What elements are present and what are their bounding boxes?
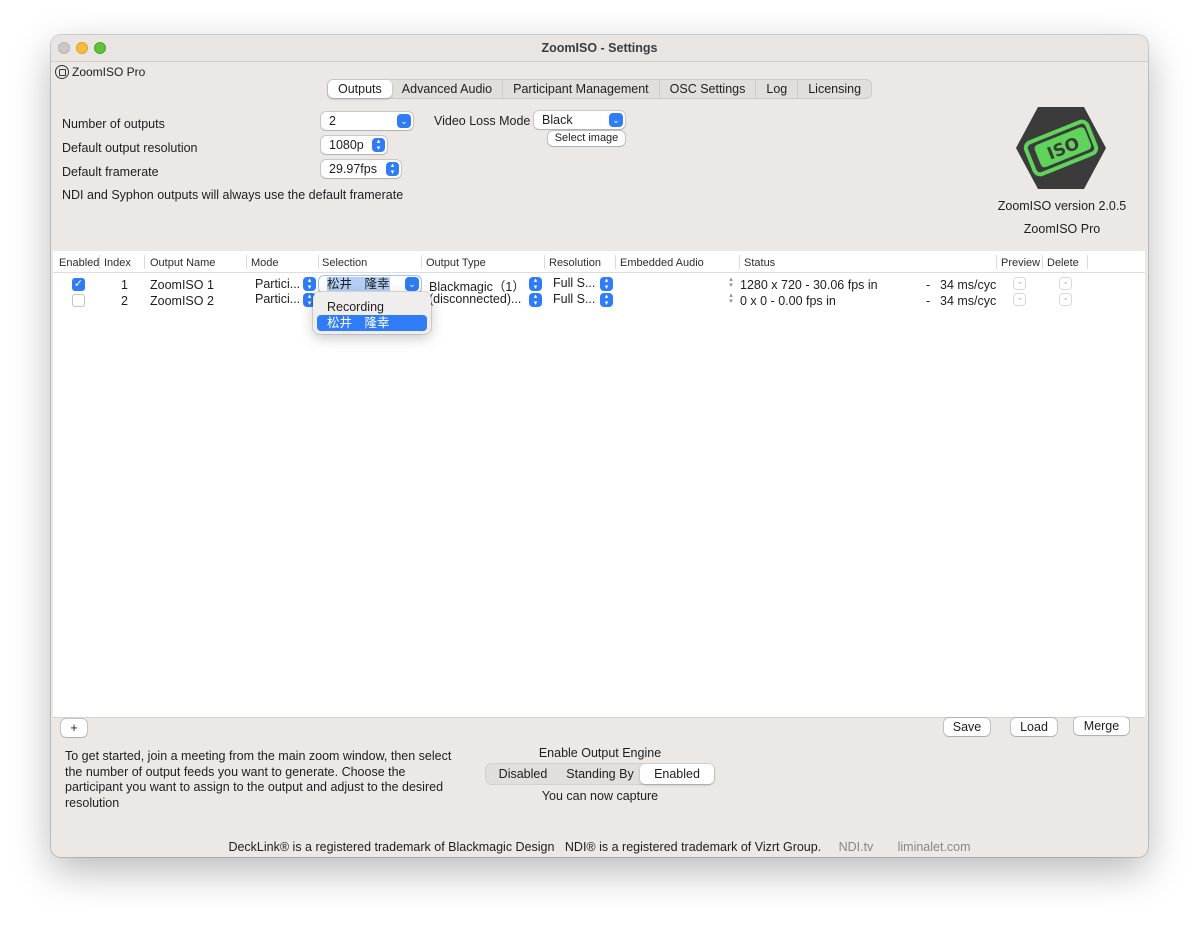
zoomiso-logo-icon: ISO [1016,107,1106,189]
tab-participant-management[interactable]: Participant Management [503,80,660,98]
save-button[interactable]: Save [944,718,990,736]
tab-outputs[interactable]: Outputs [328,80,392,98]
header-resolution[interactable]: Resolution [545,256,601,270]
row-index: 1 [121,278,128,292]
dropdown-item-recording[interactable]: Recording [317,299,427,315]
merge-button[interactable]: Merge [1074,717,1129,735]
row-output-name[interactable]: ZoomISO 1 [150,278,214,292]
table-toolbar: + Save Load Merge [53,717,1145,741]
engine-option-standing-by[interactable]: Standing By [560,764,640,784]
title-bar: ZoomISO - Settings [51,35,1148,62]
app-menu-icon [55,65,69,79]
audio-stepper-icon[interactable]: ▴ ▾ [727,276,735,289]
site-link[interactable]: liminalet.com [898,840,971,854]
tab-advanced-audio[interactable]: Advanced Audio [392,80,504,98]
load-button[interactable]: Load [1011,718,1057,736]
num-outputs-value: 2 [329,114,336,128]
audio-stepper-icon[interactable]: ▴ ▾ [727,292,735,305]
ndi-link[interactable]: NDI.tv [839,840,874,854]
table-header: Enabled Index Output Name Mode Selection… [53,251,1145,273]
row-status: 0 x 0 - 0.00 fps in [740,294,836,308]
version-text: ZoomISO version 2.0.5 [997,199,1127,213]
tab-licensing[interactable]: Licensing [798,80,871,98]
row-output-name[interactable]: ZoomISO 2 [150,294,214,308]
output-type-stepper-icon[interactable]: ▴ ▾ [529,277,542,291]
header-status[interactable]: Status [740,256,775,270]
header-mode[interactable]: Mode [247,256,279,270]
window-title: ZoomISO - Settings [541,41,658,55]
footer: DeckLink® is a registered trademark of B… [51,840,1148,854]
resolution-stepper-icon[interactable]: ▴ ▾ [600,277,613,291]
row-mode[interactable]: Partici... [255,277,300,291]
header-preview[interactable]: Preview [997,256,1040,270]
up-down-arrows-icon: ▴ ▾ [386,162,399,176]
engine-status: You can now capture [541,789,659,803]
resolution-label: Default output resolution [62,141,198,155]
video-loss-value: Black [542,113,573,127]
row-cycle: 34 ms/cyc [940,278,997,292]
app-menu[interactable]: ZoomISO Pro [55,63,145,81]
header-output-type[interactable]: Output Type [422,256,486,270]
delete-button[interactable]: ◦ [1060,294,1071,305]
enabled-checkbox[interactable] [72,294,85,307]
add-output-button[interactable]: + [61,719,87,737]
framerate-label: Default framerate [62,165,159,179]
row-cycle: 34 ms/cyc [940,294,997,308]
engine-title: Enable Output Engine [538,746,662,760]
resolution-stepper-icon[interactable]: ▴ ▾ [600,293,613,307]
delete-button[interactable]: ◦ [1060,278,1071,289]
row-mode[interactable]: Partici... [255,292,300,306]
edition-text: ZoomISO Pro [1023,222,1101,236]
video-loss-select[interactable]: Black ⌄ [534,111,625,129]
row-status-dash: - [926,278,931,292]
engine-option-enabled[interactable]: Enabled [640,764,714,784]
mode-stepper-icon[interactable]: ▴ ▾ [303,277,316,291]
ndi-trademark: NDI® is a registered trademark of Vizrt … [564,840,822,854]
row-selection: 松井 隆幸 [327,277,390,291]
header-index[interactable]: Index [100,256,131,270]
framerate-value: 29.97fps [329,162,377,176]
dropdown-item-participant[interactable]: 松井 隆幸 [317,315,427,331]
tab-bar: Outputs Advanced Audio Participant Manag… [327,79,873,99]
help-text: To get started, join a meeting from the … [65,749,452,810]
selection-select[interactable]: 松井 隆幸 ⌄ [319,276,421,293]
row-output-type[interactable]: (disconnected)... [429,292,521,306]
row-index: 2 [121,294,128,308]
resolution-select[interactable]: 1080p ▴ ▾ [321,136,387,154]
header-embedded-audio[interactable]: Embedded Audio [616,256,704,270]
ndi-note: NDI and Syphon outputs will always use t… [62,188,404,202]
num-outputs-select[interactable]: 2 ⌄ [321,112,413,130]
resolution-value: 1080p [329,138,364,152]
header-selection[interactable]: Selection [318,256,367,270]
chevron-down-icon: ⌄ [405,277,419,291]
settings-window: ZoomISO - Settings ZoomISO Pro Outputs A… [51,35,1148,857]
engine-segmented-control: Disabled Standing By Enabled [486,764,714,784]
row-status-dash: - [926,294,931,308]
up-down-arrows-icon: ▴ ▾ [372,138,385,152]
chevron-down-icon: ⌄ [397,114,411,128]
chevron-down-icon: ⌄ [609,113,623,127]
engine-option-disabled[interactable]: Disabled [486,764,560,784]
enabled-checkbox[interactable]: ✓ [72,278,85,291]
row-resolution[interactable]: Full S... [553,276,595,290]
decklink-trademark: DeckLink® is a registered trademark of B… [228,840,555,854]
preview-button[interactable]: ◦ [1014,294,1025,305]
header-enabled[interactable]: Enabled [55,256,99,270]
header-delete[interactable]: Delete [1043,256,1079,270]
tab-log[interactable]: Log [756,80,799,98]
outputs-table: Enabled Index Output Name Mode Selection… [53,251,1145,717]
preview-button[interactable]: ◦ [1014,278,1025,289]
selection-dropdown-menu: Recording 松井 隆幸 [313,292,431,334]
row-resolution[interactable]: Full S... [553,292,595,306]
num-outputs-label: Number of outputs [62,117,165,131]
select-image-button[interactable]: Select image [548,131,625,146]
row-status: 1280 x 720 - 30.06 fps in [740,278,878,292]
header-output-name[interactable]: Output Name [146,256,215,270]
app-menu-label: ZoomISO Pro [72,65,146,79]
framerate-select[interactable]: 29.97fps ▴ ▾ [321,160,401,178]
tab-osc-settings[interactable]: OSC Settings [660,80,757,98]
output-type-stepper-icon[interactable]: ▴ ▾ [529,293,542,307]
video-loss-label: Video Loss Mode [434,114,531,128]
